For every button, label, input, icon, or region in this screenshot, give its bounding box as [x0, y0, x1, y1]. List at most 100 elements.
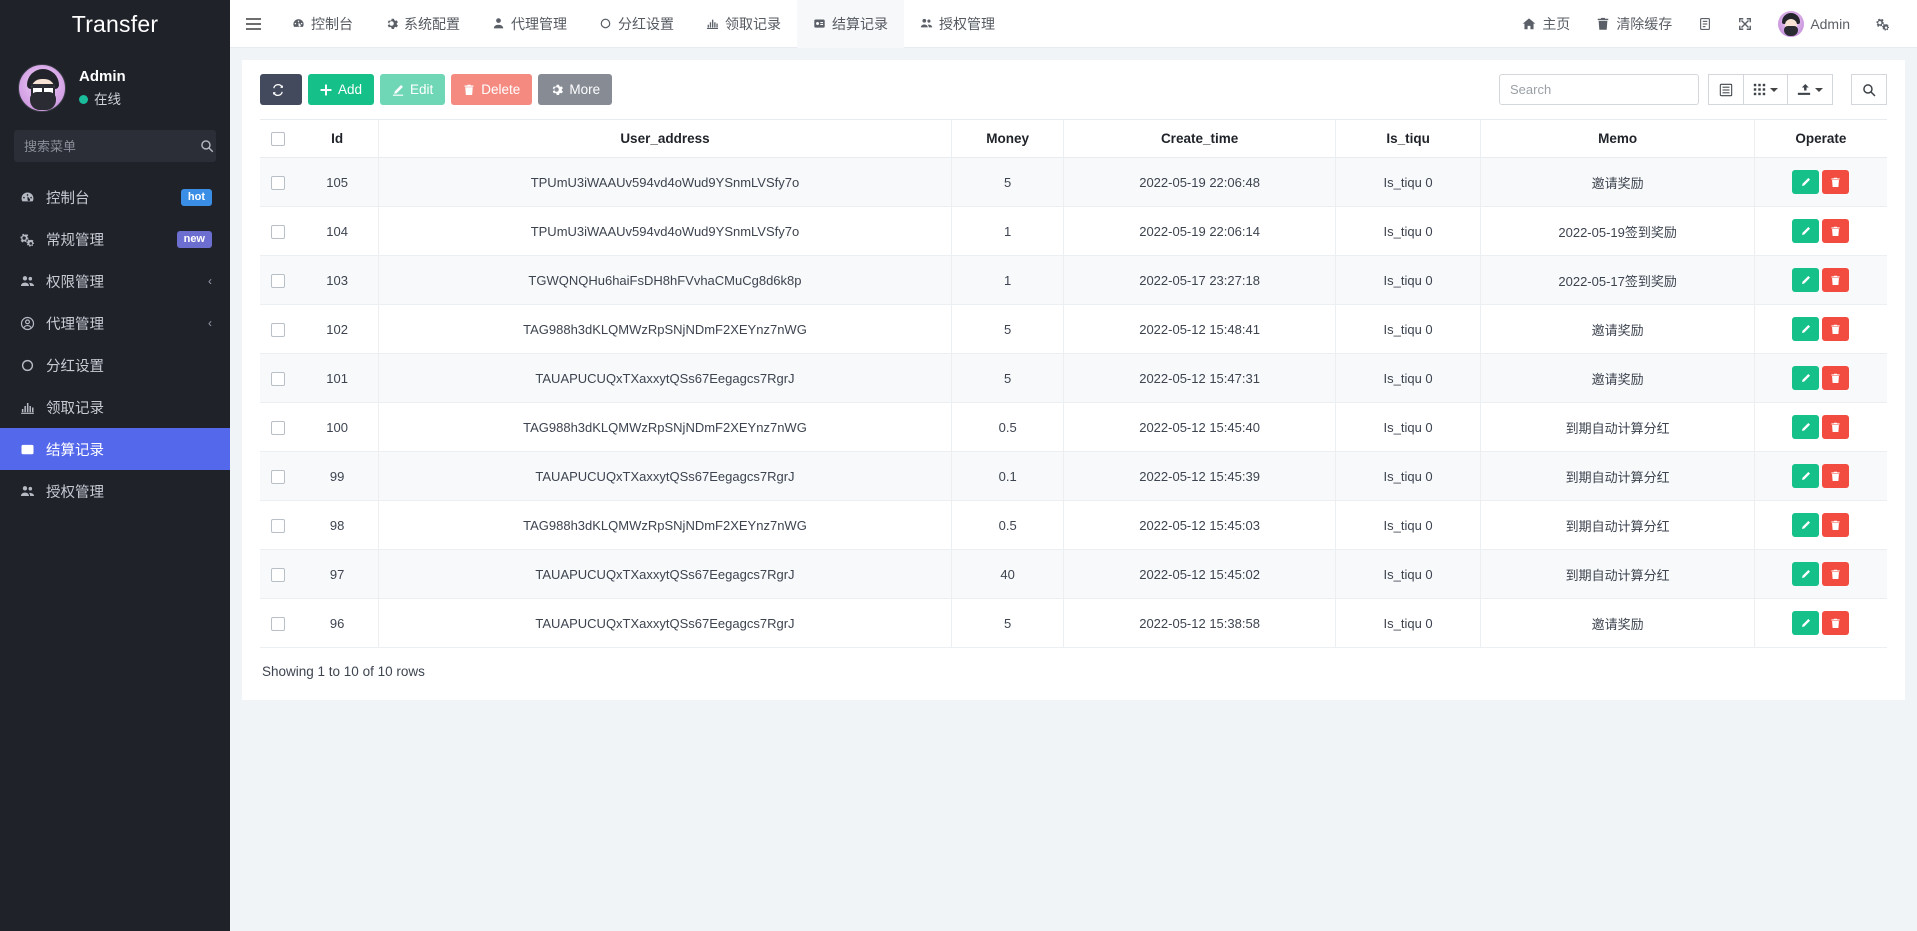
row-edit-button[interactable] — [1792, 268, 1819, 292]
row-delete-button[interactable] — [1822, 170, 1849, 194]
row-edit-button[interactable] — [1792, 464, 1819, 488]
delete-button[interactable]: Delete — [451, 74, 532, 105]
cogs-icon — [1876, 17, 1890, 31]
row-edit-button[interactable] — [1792, 170, 1819, 194]
table-row[interactable]: 99TAUAPUCUQxTXaxxytQSs67Eegagcs7RgrJ0.12… — [260, 452, 1887, 501]
sidebar-item-7[interactable]: 结算记录 — [0, 428, 230, 470]
sidebar-item-2[interactable]: 常规管理new — [0, 218, 230, 260]
topbar-action-4[interactable] — [1725, 0, 1765, 48]
menu-search-input[interactable] — [24, 139, 200, 154]
row-select-cell — [260, 158, 296, 207]
column-header-user-address[interactable]: User_address — [379, 120, 952, 158]
add-button[interactable]: Add — [308, 74, 374, 105]
table-row[interactable]: 100TAG988h3dKLQMWzRpSNjNDmF2XEYnz7nWG0.5… — [260, 403, 1887, 452]
column-header-id[interactable]: Id — [296, 120, 378, 158]
row-edit-button[interactable] — [1792, 219, 1819, 243]
tab-7[interactable]: 授权管理 — [904, 0, 1011, 48]
row-edit-button[interactable] — [1792, 611, 1819, 635]
column-header-create-time[interactable]: Create_time — [1064, 120, 1335, 158]
table-header-row: Id User_address Money Create_time Is_tiq… — [260, 120, 1887, 158]
chevron-left-icon: ‹ — [208, 316, 212, 330]
topbar-action-5[interactable]: Admin — [1765, 0, 1863, 48]
row-checkbox[interactable] — [271, 274, 285, 288]
cell-user-address: TAUAPUCUQxTXaxxytQSs67Eegagcs7RgrJ — [379, 354, 952, 403]
trash-icon — [1830, 618, 1841, 629]
table-row[interactable]: 96TAUAPUCUQxTXaxxytQSs67Eegagcs7RgrJ5202… — [260, 599, 1887, 648]
cell-id: 100 — [296, 403, 378, 452]
sidebar-item-5[interactable]: 分红设置 — [0, 344, 230, 386]
row-checkbox[interactable] — [271, 568, 285, 582]
row-edit-button[interactable] — [1792, 562, 1819, 586]
column-header-memo[interactable]: Memo — [1481, 120, 1754, 158]
pencil-icon — [1800, 373, 1811, 384]
sidebar-item-8[interactable]: 授权管理 — [0, 470, 230, 512]
profile-status-label: 在线 — [94, 91, 121, 109]
cell-user-address: TAUAPUCUQxTXaxxytQSs67Eegagcs7RgrJ — [379, 599, 952, 648]
row-edit-button[interactable] — [1792, 317, 1819, 341]
row-delete-button[interactable] — [1822, 268, 1849, 292]
row-delete-button[interactable] — [1822, 611, 1849, 635]
tab-3[interactable]: 代理管理 — [476, 0, 583, 48]
row-delete-button[interactable] — [1822, 562, 1849, 586]
row-delete-button[interactable] — [1822, 219, 1849, 243]
row-edit-button[interactable] — [1792, 366, 1819, 390]
topbar-action-3[interactable] — [1685, 0, 1725, 48]
columns-toggle-button[interactable] — [1708, 74, 1744, 105]
tab-4[interactable]: 分红设置 — [583, 0, 690, 48]
table-row[interactable]: 101TAUAPUCUQxTXaxxytQSs67Eegagcs7RgrJ520… — [260, 354, 1887, 403]
table-row[interactable]: 97TAUAPUCUQxTXaxxytQSs67Eegagcs7RgrJ4020… — [260, 550, 1887, 599]
sidebar-badge: hot — [181, 189, 212, 206]
row-delete-button[interactable] — [1822, 317, 1849, 341]
export-button[interactable] — [1788, 74, 1833, 105]
row-delete-button[interactable] — [1822, 464, 1849, 488]
dashboard-icon — [16, 190, 38, 205]
row-delete-button[interactable] — [1822, 366, 1849, 390]
table-row[interactable]: 102TAG988h3dKLQMWzRpSNjNDmF2XEYnz7nWG520… — [260, 305, 1887, 354]
select-all-checkbox[interactable] — [271, 132, 285, 146]
row-checkbox[interactable] — [271, 617, 285, 631]
row-checkbox[interactable] — [271, 519, 285, 533]
table-row[interactable]: 104TPUmU3iWAAUv594vd4oWud9YSnmLVSfy7o120… — [260, 207, 1887, 256]
topbar-action-1[interactable]: 主页 — [1509, 0, 1583, 48]
sidebar-item-3[interactable]: 权限管理‹ — [0, 260, 230, 302]
row-checkbox[interactable] — [271, 470, 285, 484]
tab-6[interactable]: 结算记录 — [797, 0, 904, 48]
chevron-down-icon — [1815, 88, 1823, 92]
row-checkbox[interactable] — [271, 421, 285, 435]
table-row[interactable]: 98TAG988h3dKLQMWzRpSNjNDmF2XEYnz7nWG0.52… — [260, 501, 1887, 550]
topbar-action-6[interactable] — [1863, 0, 1903, 48]
table-row[interactable]: 103TGWQNQHu6haiFsDH8hFVvhaCMuCg8d6k8p120… — [260, 256, 1887, 305]
grid-toggle-button[interactable] — [1744, 74, 1788, 105]
sidebar-item-6[interactable]: 领取记录 — [0, 386, 230, 428]
sidebar-item-4[interactable]: 代理管理‹ — [0, 302, 230, 344]
row-delete-button[interactable] — [1822, 513, 1849, 537]
edit-button[interactable]: Edit — [380, 74, 445, 105]
row-edit-button[interactable] — [1792, 513, 1819, 537]
refresh-button[interactable] — [260, 74, 302, 105]
topbar-action-2[interactable]: 清除缓存 — [1583, 0, 1685, 48]
sidebar-item-1[interactable]: 控制台hot — [0, 176, 230, 218]
tab-2[interactable]: 系统配置 — [369, 0, 476, 48]
row-checkbox[interactable] — [271, 372, 285, 386]
search-button-group — [1851, 74, 1887, 105]
search-button[interactable] — [1851, 74, 1887, 105]
column-header-operate[interactable]: Operate — [1754, 120, 1887, 158]
table-row[interactable]: 105TPUmU3iWAAUv594vd4oWud9YSnmLVSfy7o520… — [260, 158, 1887, 207]
row-checkbox[interactable] — [271, 176, 285, 190]
cell-user-address: TAG988h3dKLQMWzRpSNjNDmF2XEYnz7nWG — [379, 403, 952, 452]
menu-search[interactable] — [14, 130, 216, 162]
menu-toggle-button[interactable] — [230, 17, 276, 31]
cell-create-time: 2022-05-12 15:45:02 — [1064, 550, 1335, 599]
tab-5[interactable]: 领取记录 — [690, 0, 797, 48]
row-edit-button[interactable] — [1792, 415, 1819, 439]
row-checkbox[interactable] — [271, 225, 285, 239]
more-button[interactable]: More — [538, 74, 612, 105]
search-input[interactable] — [1499, 74, 1699, 105]
row-delete-button[interactable] — [1822, 415, 1849, 439]
tab-1[interactable]: 控制台 — [276, 0, 369, 48]
cell-memo: 2022-05-17签到奖励 — [1481, 256, 1754, 305]
row-checkbox[interactable] — [271, 323, 285, 337]
column-header-money[interactable]: Money — [951, 120, 1064, 158]
sidebar-profile[interactable]: Admin 在线 — [0, 48, 230, 118]
column-header-is-tiqu[interactable]: Is_tiqu — [1335, 120, 1481, 158]
